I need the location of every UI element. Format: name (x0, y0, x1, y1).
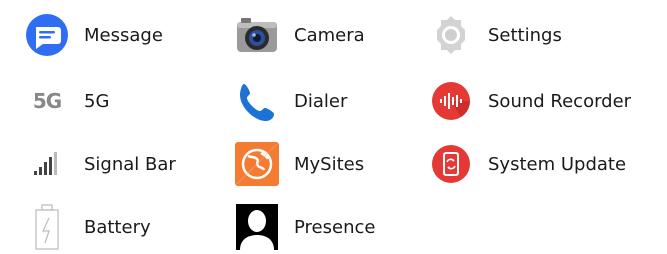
item-presence[interactable]: Presence (234, 204, 375, 250)
item-signal-bar[interactable]: Signal Bar (24, 141, 176, 187)
camera-icon (234, 12, 280, 58)
item-message[interactable]: Message (24, 12, 163, 58)
item-label: Dialer (294, 90, 348, 112)
5g-icon-text: 5G (32, 89, 62, 113)
item-dialer[interactable]: Dialer (234, 78, 347, 124)
item-label: 5G (84, 90, 110, 112)
presence-icon (234, 204, 280, 250)
gear-icon (428, 12, 474, 58)
item-5g[interactable]: 5G 5G (24, 78, 110, 124)
item-label: MySites (294, 153, 365, 175)
phone-icon (234, 78, 280, 124)
item-label: Camera (294, 24, 365, 46)
item-label: System Update (488, 153, 627, 175)
item-mysites[interactable]: MySites (234, 141, 364, 187)
item-camera[interactable]: Camera (234, 12, 365, 58)
item-label: Battery (84, 216, 151, 238)
item-battery[interactable]: Battery (24, 204, 151, 250)
item-label: Signal Bar (84, 153, 176, 175)
system-update-icon (428, 141, 474, 187)
sound-recorder-icon (428, 78, 474, 124)
item-label: Message (84, 24, 163, 46)
item-sound-recorder[interactable]: Sound Recorder (428, 78, 631, 124)
item-label: Settings (488, 24, 562, 46)
app-icon-grid: Message Camera Settings 5G 5G Dialer Sou… (0, 0, 667, 254)
item-settings[interactable]: Settings (428, 12, 562, 58)
signal-bar-icon (24, 141, 70, 187)
item-label: Sound Recorder (488, 90, 632, 112)
message-icon (24, 12, 70, 58)
item-system-update[interactable]: System Update (428, 141, 626, 187)
5g-icon: 5G (24, 78, 70, 124)
item-label: Presence (294, 216, 376, 238)
battery-icon (24, 204, 70, 250)
mysites-icon (234, 141, 280, 187)
